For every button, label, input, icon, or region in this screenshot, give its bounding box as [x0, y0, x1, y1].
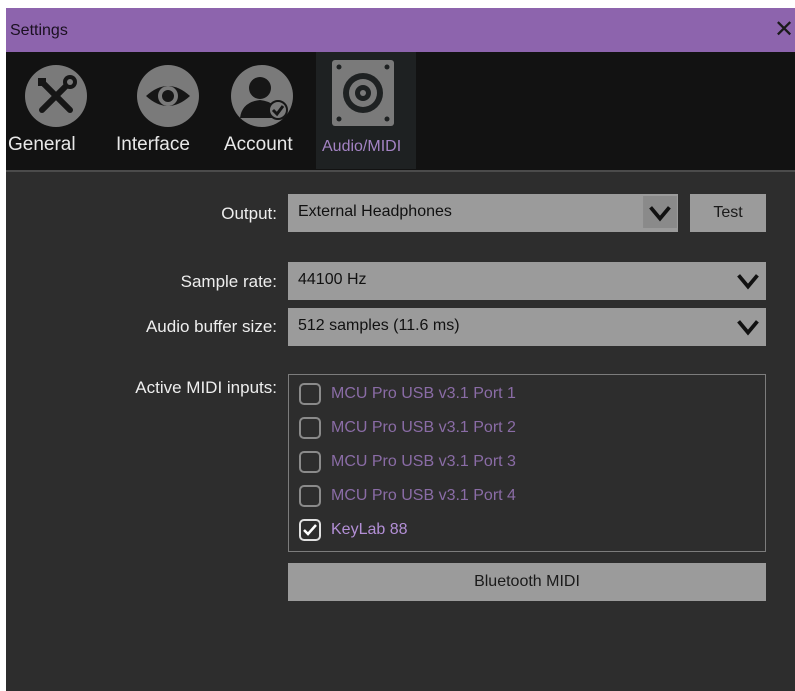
tab-general-label: General — [8, 134, 76, 155]
buffer-size-label: Audio buffer size: — [145, 317, 277, 336]
user-check-icon — [231, 65, 293, 127]
tab-interface-label: Interface — [116, 134, 190, 155]
checkbox[interactable] — [299, 451, 321, 473]
midi-input-name: MCU Pro USB v3.1 Port 3 — [331, 453, 516, 470]
sample-rate-value: 44100 Hz — [298, 271, 367, 288]
tab-general[interactable]: General — [6, 52, 116, 169]
title-bar: Settings ✕ — [6, 8, 795, 52]
speaker-icon — [332, 60, 394, 126]
bluetooth-midi-button[interactable]: Bluetooth MIDI — [288, 563, 766, 601]
eye-icon — [137, 65, 199, 127]
checkbox-checked[interactable] — [299, 519, 321, 541]
tab-audio-midi-label: Audio/MIDI — [322, 138, 402, 155]
settings-tab-bar: General Interface Account Audio/MIDI — [6, 52, 795, 170]
tab-account[interactable]: Account — [224, 52, 320, 169]
output-value: External Headphones — [298, 203, 452, 220]
buffer-size-dropdown[interactable]: 512 samples (11.6 ms) — [288, 308, 766, 346]
midi-input-name: MCU Pro USB v3.1 Port 4 — [331, 487, 516, 504]
midi-input-name: KeyLab 88 — [331, 521, 408, 538]
midi-input-name: MCU Pro USB v3.1 Port 2 — [331, 419, 516, 436]
wrench-screwdriver-icon — [25, 65, 87, 127]
chevron-down-icon — [737, 274, 759, 290]
tab-account-label: Account — [224, 134, 293, 155]
midi-inputs-label: Active MIDI inputs: — [135, 378, 277, 397]
window-title: Settings — [10, 22, 68, 39]
check-icon — [303, 524, 317, 536]
list-item[interactable]: MCU Pro USB v3.1 Port 3 — [299, 447, 739, 477]
sample-rate-dropdown[interactable]: 44100 Hz — [288, 262, 766, 300]
sample-rate-label: Sample rate: — [180, 272, 277, 291]
midi-input-name: MCU Pro USB v3.1 Port 1 — [331, 385, 516, 402]
buffer-size-value: 512 samples (11.6 ms) — [298, 317, 460, 334]
output-dropdown[interactable]: External Headphones — [288, 194, 678, 232]
checkbox[interactable] — [299, 417, 321, 439]
test-button[interactable]: Test — [690, 194, 766, 232]
chevron-down-icon — [643, 196, 677, 228]
list-item[interactable]: MCU Pro USB v3.1 Port 4 — [299, 481, 739, 511]
list-item[interactable]: MCU Pro USB v3.1 Port 1 — [299, 379, 739, 409]
list-item[interactable]: KeyLab 88 — [299, 515, 739, 545]
tab-interface[interactable]: Interface — [116, 52, 224, 169]
midi-input-list: MCU Pro USB v3.1 Port 1 MCU Pro USB v3.1… — [288, 374, 766, 552]
tab-audio-midi[interactable]: Audio/MIDI — [316, 52, 416, 169]
chevron-down-icon — [737, 320, 759, 336]
checkbox[interactable] — [299, 383, 321, 405]
output-label: Output: — [221, 204, 277, 223]
checkbox[interactable] — [299, 485, 321, 507]
list-item[interactable]: MCU Pro USB v3.1 Port 2 — [299, 413, 739, 443]
close-icon[interactable]: ✕ — [773, 16, 795, 44]
